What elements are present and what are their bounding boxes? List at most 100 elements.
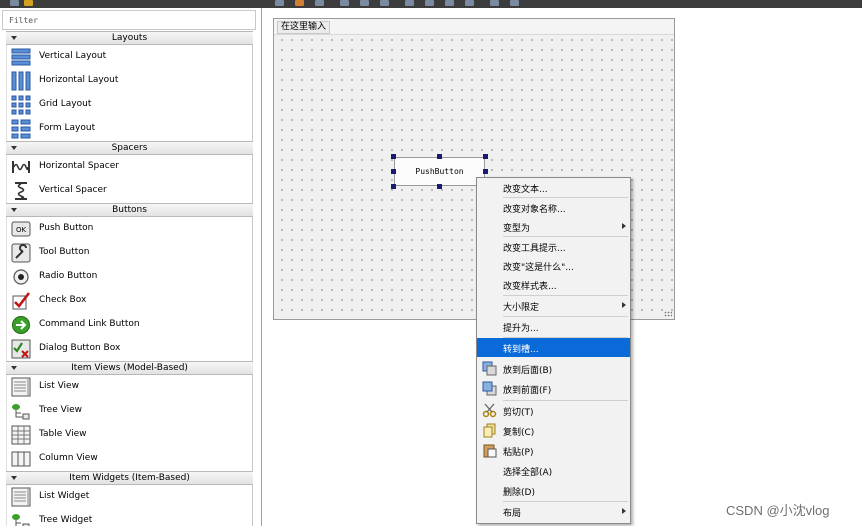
- command-link-icon: [12, 316, 30, 334]
- toolbar-icon[interactable]: [445, 0, 454, 6]
- category-layouts[interactable]: Layouts: [6, 31, 253, 45]
- toolbar-icon[interactable]: [490, 0, 499, 6]
- category-label: Layouts: [111, 33, 148, 43]
- widget-label: List Widget: [39, 491, 90, 501]
- category-item-widgets[interactable]: Item Widgets (Item-Based): [6, 471, 253, 485]
- menu-item-change-object-name[interactable]: 改变对象名称...: [477, 198, 630, 217]
- paste-icon: [483, 444, 497, 458]
- widget-list: Layouts Vertical Layout Horizontal Layou…: [6, 31, 253, 526]
- widget-label: Push Button: [39, 223, 94, 233]
- collapse-arrow-icon[interactable]: [11, 36, 17, 40]
- collapse-arrow-icon[interactable]: [11, 366, 17, 370]
- widget-vertical-spacer[interactable]: Vertical Spacer: [7, 179, 252, 203]
- tool-button-icon: [11, 243, 31, 263]
- widget-check-box[interactable]: Check Box: [7, 289, 252, 313]
- widget-grid-layout[interactable]: Grid Layout: [7, 93, 252, 117]
- toolbar-icon[interactable]: [425, 0, 434, 6]
- widget-label: Column View: [39, 453, 98, 463]
- selection-handle[interactable]: [391, 169, 396, 174]
- selection-handle[interactable]: [437, 154, 442, 159]
- widget-radio-button[interactable]: Radio Button: [7, 265, 252, 289]
- menu-item-label: 剪切(T): [503, 408, 534, 418]
- check-box-icon: [12, 292, 31, 310]
- widget-label: Vertical Spacer: [39, 185, 107, 195]
- widget-label: Command Link Button: [39, 319, 140, 329]
- toolbar-icon[interactable]: [295, 0, 304, 6]
- collapse-arrow-icon[interactable]: [11, 146, 17, 150]
- menu-item-label: 复制(C): [503, 428, 535, 438]
- toolbar-icon[interactable]: [315, 0, 324, 6]
- send-to-back-icon: [482, 361, 497, 376]
- widget-tool-button[interactable]: Tool Button: [7, 241, 252, 265]
- toolbar-icon[interactable]: [10, 0, 19, 6]
- category-label: Item Widgets (Item-Based): [69, 473, 190, 483]
- menu-item-change-tooltip[interactable]: 改变工具提示...: [477, 237, 630, 256]
- selection-handle[interactable]: [483, 169, 488, 174]
- menu-item-change-whats-this[interactable]: 改变"这是什么"...: [477, 256, 630, 275]
- menu-item-label: 布局: [503, 509, 522, 519]
- toolbar-icon[interactable]: [380, 0, 389, 6]
- widget-list-widget[interactable]: List Widget: [7, 485, 252, 509]
- selection-handle[interactable]: [391, 154, 396, 159]
- toolbar-icon[interactable]: [465, 0, 474, 6]
- widget-list-view[interactable]: List View: [7, 375, 252, 399]
- toolbar-icon[interactable]: [275, 0, 284, 6]
- form-layout-icon: [11, 119, 31, 139]
- toolbar-icon[interactable]: [24, 0, 33, 6]
- filter-input[interactable]: Filter: [2, 10, 256, 30]
- selection-handle[interactable]: [483, 154, 488, 159]
- collapse-arrow-icon[interactable]: [11, 476, 17, 480]
- widget-label: Form Layout: [39, 123, 96, 133]
- menubar-type-here[interactable]: 在这里输入: [277, 21, 331, 34]
- resize-grip-icon[interactable]: [664, 311, 672, 317]
- widget-column-view[interactable]: Column View: [7, 447, 252, 471]
- menu-item-promote-to[interactable]: 提升为...: [477, 317, 630, 336]
- menu-item-paste[interactable]: 粘贴(P): [477, 441, 630, 460]
- menu-item-label: 提升为...: [503, 324, 539, 334]
- widget-horizontal-layout[interactable]: Horizontal Layout: [7, 69, 252, 93]
- menu-item-layout[interactable]: 布局: [477, 502, 630, 521]
- widget-label: Tool Button: [39, 247, 90, 257]
- category-spacers[interactable]: Spacers: [6, 141, 253, 155]
- menu-item-change-text[interactable]: 改变文本...: [477, 178, 630, 197]
- selection-handle[interactable]: [391, 184, 396, 189]
- menu-item-bring-to-front[interactable]: 放到前面(F): [477, 379, 630, 398]
- menu-item-label: 删除(D): [503, 488, 535, 498]
- widget-command-link-button[interactable]: Command Link Button: [7, 313, 252, 337]
- menu-item-size-constraints[interactable]: 大小限定: [477, 296, 630, 315]
- widget-tree-widget[interactable]: Tree Widget: [7, 509, 252, 526]
- menu-item-go-to-slot[interactable]: 转到槽...: [477, 338, 630, 357]
- widget-vertical-layout[interactable]: Vertical Layout: [7, 45, 252, 69]
- toolbar-icon[interactable]: [340, 0, 349, 6]
- form-push-button[interactable]: PushButton: [394, 157, 485, 186]
- menu-item-morph-into[interactable]: 变型为: [477, 217, 630, 236]
- widget-push-button[interactable]: OK Push Button: [7, 217, 252, 241]
- menu-item-cut[interactable]: 剪切(T): [477, 401, 630, 420]
- selection-handle[interactable]: [437, 184, 442, 189]
- toolbar-icon[interactable]: [405, 0, 414, 6]
- widget-tree-view[interactable]: Tree View: [7, 399, 252, 423]
- menu-item-label: 变型为: [503, 224, 531, 234]
- menu-item-copy[interactable]: 复制(C): [477, 421, 630, 440]
- category-item-views[interactable]: Item Views (Model-Based): [6, 361, 253, 375]
- radio-button-icon: [13, 269, 29, 285]
- menu-item-send-to-back[interactable]: 放到后面(B): [477, 359, 630, 378]
- horizontal-layout-icon: [11, 71, 31, 91]
- bring-to-front-icon: [482, 381, 497, 396]
- toolbar-icon[interactable]: [360, 0, 369, 6]
- menu-item-delete[interactable]: 删除(D): [477, 481, 630, 500]
- widget-label: Horizontal Spacer: [39, 161, 119, 171]
- vertical-layout-icon: [11, 48, 31, 66]
- widget-dialog-button-box[interactable]: Dialog Button Box: [7, 337, 252, 361]
- widget-horizontal-spacer[interactable]: Horizontal Spacer: [7, 155, 252, 179]
- filter-placeholder: Filter: [9, 16, 38, 25]
- menu-item-select-all[interactable]: 选择全部(A): [477, 461, 630, 480]
- collapse-arrow-icon[interactable]: [11, 208, 17, 212]
- widget-table-view[interactable]: Table View: [7, 423, 252, 447]
- category-buttons[interactable]: Buttons: [6, 203, 253, 217]
- form-menubar[interactable]: 在这里输入: [274, 19, 674, 35]
- toolbar-icon[interactable]: [510, 0, 519, 6]
- widget-form-layout[interactable]: Form Layout: [7, 117, 252, 141]
- widget-label: Tree Widget: [39, 515, 93, 525]
- menu-item-change-stylesheet[interactable]: 改变样式表...: [477, 275, 630, 294]
